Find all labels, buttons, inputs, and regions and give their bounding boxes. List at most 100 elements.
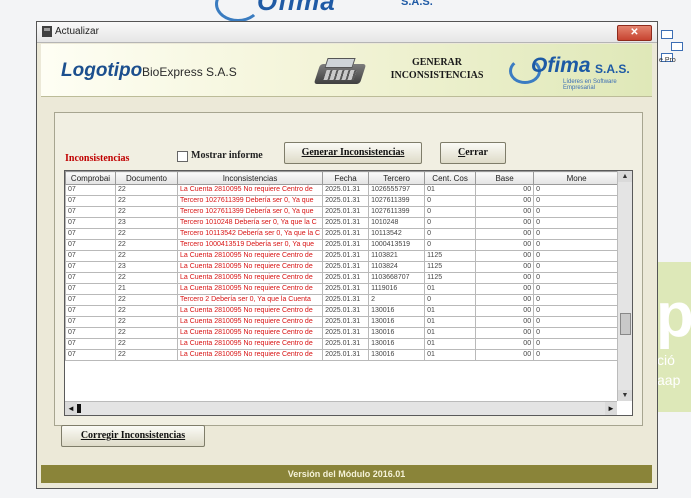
table-cell[interactable]: 00 <box>475 250 535 262</box>
table-cell[interactable]: 10113542 <box>368 228 426 240</box>
table-cell[interactable]: 130016 <box>368 338 426 350</box>
table-cell[interactable]: 2025.01.31 <box>322 228 370 240</box>
fix-inconsistencies-button[interactable]: Corregir Inconsistencias <box>61 425 205 447</box>
table-cell[interactable]: La Cuenta 2810095 No requiere Centro de <box>176 272 324 284</box>
table-cell[interactable]: 0 <box>424 294 477 306</box>
table-cell[interactable]: 00 <box>475 195 535 207</box>
table-cell[interactable]: 1103824 <box>368 261 426 273</box>
table-cell[interactable]: 0 <box>533 250 621 262</box>
desktop-diagram-icon[interactable]: e Pro <box>659 28 689 66</box>
table-cell[interactable]: La Cuenta 2810095 No requiere Centro de <box>176 283 324 295</box>
table-cell[interactable]: Tercero 1000413519 Debería ser 0, Ya que <box>176 239 324 251</box>
table-row[interactable]: 07 22 La Cuenta 2810095 No requiere Centro… <box>65 272 621 284</box>
table-cell[interactable]: 1103668707 <box>368 272 426 284</box>
table-cell[interactable]: 1125 <box>424 272 477 284</box>
table-cell[interactable]: 00 <box>475 272 535 284</box>
table-cell[interactable]: 00 <box>475 261 535 273</box>
table-cell[interactable]: 22 <box>115 239 178 251</box>
table-cell[interactable]: 07 <box>65 338 116 350</box>
grid-column-header[interactable]: Documento <box>115 171 178 185</box>
table-cell[interactable]: 0 <box>533 272 621 284</box>
table-cell[interactable]: 2025.01.31 <box>322 239 370 251</box>
table-cell[interactable]: 2025.01.31 <box>322 338 370 350</box>
table-cell[interactable]: 2025.01.31 <box>322 349 370 361</box>
table-cell[interactable]: 0 <box>533 283 621 295</box>
table-cell[interactable]: 2025.01.31 <box>322 327 370 339</box>
table-cell[interactable]: 01 <box>424 283 477 295</box>
table-cell[interactable]: La Cuenta 2810095 No requiere Centro de <box>176 250 324 262</box>
table-cell[interactable]: 0 <box>533 206 621 218</box>
table-cell[interactable]: 00 <box>475 294 535 306</box>
table-cell[interactable]: Tercero 2 Debería ser 0, Ya que la Cuent… <box>176 294 324 306</box>
table-row[interactable]: 07 22 La Cuenta 2810095 No requiere Centro… <box>65 327 621 339</box>
table-cell[interactable]: 1027611399 <box>368 206 426 218</box>
table-cell[interactable]: 0 <box>424 195 477 207</box>
table-cell[interactable]: 21 <box>115 283 178 295</box>
table-row[interactable]: 07 22 Tercero 2 Debería ser 0, Ya que la C… <box>65 294 621 306</box>
table-cell[interactable]: 00 <box>475 316 535 328</box>
table-cell[interactable]: 1026555797 <box>368 184 426 196</box>
table-cell[interactable]: 07 <box>65 283 116 295</box>
scroll-right-arrow-icon[interactable]: ► <box>605 402 617 415</box>
table-cell[interactable]: 2025.01.31 <box>322 316 370 328</box>
table-cell[interactable]: 00 <box>475 283 535 295</box>
table-cell[interactable]: 07 <box>65 206 116 218</box>
table-row[interactable]: 07 22 La Cuenta 2810095 No requiere Centro… <box>65 349 621 361</box>
table-cell[interactable]: 01 <box>424 349 477 361</box>
grid-vertical-scrollbar[interactable]: ▲ ▼ <box>617 171 632 401</box>
window-titlebar[interactable]: Actualizar ✕ <box>37 22 657 43</box>
table-cell[interactable]: La Cuenta 2810095 No requiere Centro de <box>176 327 324 339</box>
table-row[interactable]: 07 22 La Cuenta 2810095 No requiere Centro… <box>65 316 621 328</box>
table-cell[interactable]: 23 <box>115 217 178 229</box>
table-row[interactable]: 07 22 La Cuenta 2810095 No requiere Centro… <box>65 184 621 196</box>
table-cell[interactable]: 2025.01.31 <box>322 184 370 196</box>
table-cell[interactable]: 01 <box>424 327 477 339</box>
table-cell[interactable]: Tercero 10113542 Debería ser 0, Ya que l… <box>176 228 324 240</box>
table-cell[interactable]: 00 <box>475 349 535 361</box>
table-cell[interactable]: 130016 <box>368 327 426 339</box>
table-cell[interactable]: 0 <box>424 228 477 240</box>
table-row[interactable]: 07 21 La Cuenta 2810095 No requiere Centro… <box>65 283 621 295</box>
table-row[interactable]: 07 22 Tercero 10113542 Debería ser 0, Ya q… <box>65 228 621 240</box>
table-cell[interactable]: 07 <box>65 305 116 317</box>
table-cell[interactable]: 0 <box>533 184 621 196</box>
table-cell[interactable]: 07 <box>65 195 116 207</box>
table-cell[interactable]: 22 <box>115 228 178 240</box>
table-cell[interactable]: 00 <box>475 206 535 218</box>
table-cell[interactable]: Tercero 1010248 Debería ser 0, Ya que la… <box>176 217 324 229</box>
table-cell[interactable]: 2025.01.31 <box>322 206 370 218</box>
table-cell[interactable]: 07 <box>65 228 116 240</box>
table-cell[interactable]: 22 <box>115 316 178 328</box>
grid-column-header[interactable]: Base <box>475 171 535 185</box>
table-cell[interactable]: 00 <box>475 217 535 229</box>
table-cell[interactable]: 22 <box>115 327 178 339</box>
table-cell[interactable]: La Cuenta 2810095 No requiere Centro de <box>176 184 324 196</box>
table-cell[interactable]: 22 <box>115 305 178 317</box>
table-cell[interactable]: 0 <box>533 217 621 229</box>
table-cell[interactable]: 22 <box>115 349 178 361</box>
table-cell[interactable]: Tercero 1027611399 Debería ser 0, Ya que <box>176 206 324 218</box>
table-cell[interactable]: 22 <box>115 338 178 350</box>
table-cell[interactable]: 1010248 <box>368 217 426 229</box>
table-cell[interactable]: 1125 <box>424 250 477 262</box>
table-cell[interactable]: 1125 <box>424 261 477 273</box>
table-cell[interactable]: La Cuenta 2810095 No requiere Centro de <box>176 349 324 361</box>
table-cell[interactable]: 07 <box>65 239 116 251</box>
table-row[interactable]: 07 22 Tercero 1027611399 Debería ser 0, Ya… <box>65 195 621 207</box>
table-cell[interactable]: La Cuenta 2810095 No requiere Centro de <box>176 261 324 273</box>
table-row[interactable]: 07 23 La Cuenta 2810095 No requiere Centro… <box>65 261 621 273</box>
table-cell[interactable]: 0 <box>533 338 621 350</box>
table-cell[interactable]: 2025.01.31 <box>322 294 370 306</box>
table-cell[interactable]: 2025.01.31 <box>322 195 370 207</box>
table-row[interactable]: 07 22 La Cuenta 2810095 No requiere Centro… <box>65 338 621 350</box>
table-cell[interactable]: Tercero 1027611399 Debería ser 0, Ya que <box>176 195 324 207</box>
table-cell[interactable]: 0 <box>424 206 477 218</box>
vertical-scroll-thumb[interactable] <box>620 313 631 335</box>
table-cell[interactable]: 22 <box>115 272 178 284</box>
table-cell[interactable]: 2025.01.31 <box>322 272 370 284</box>
table-cell[interactable]: 22 <box>115 195 178 207</box>
table-cell[interactable]: 1000413519 <box>368 239 426 251</box>
table-cell[interactable]: La Cuenta 2810095 No requiere Centro de <box>176 305 324 317</box>
table-cell[interactable]: 0 <box>533 228 621 240</box>
table-cell[interactable]: 07 <box>65 272 116 284</box>
